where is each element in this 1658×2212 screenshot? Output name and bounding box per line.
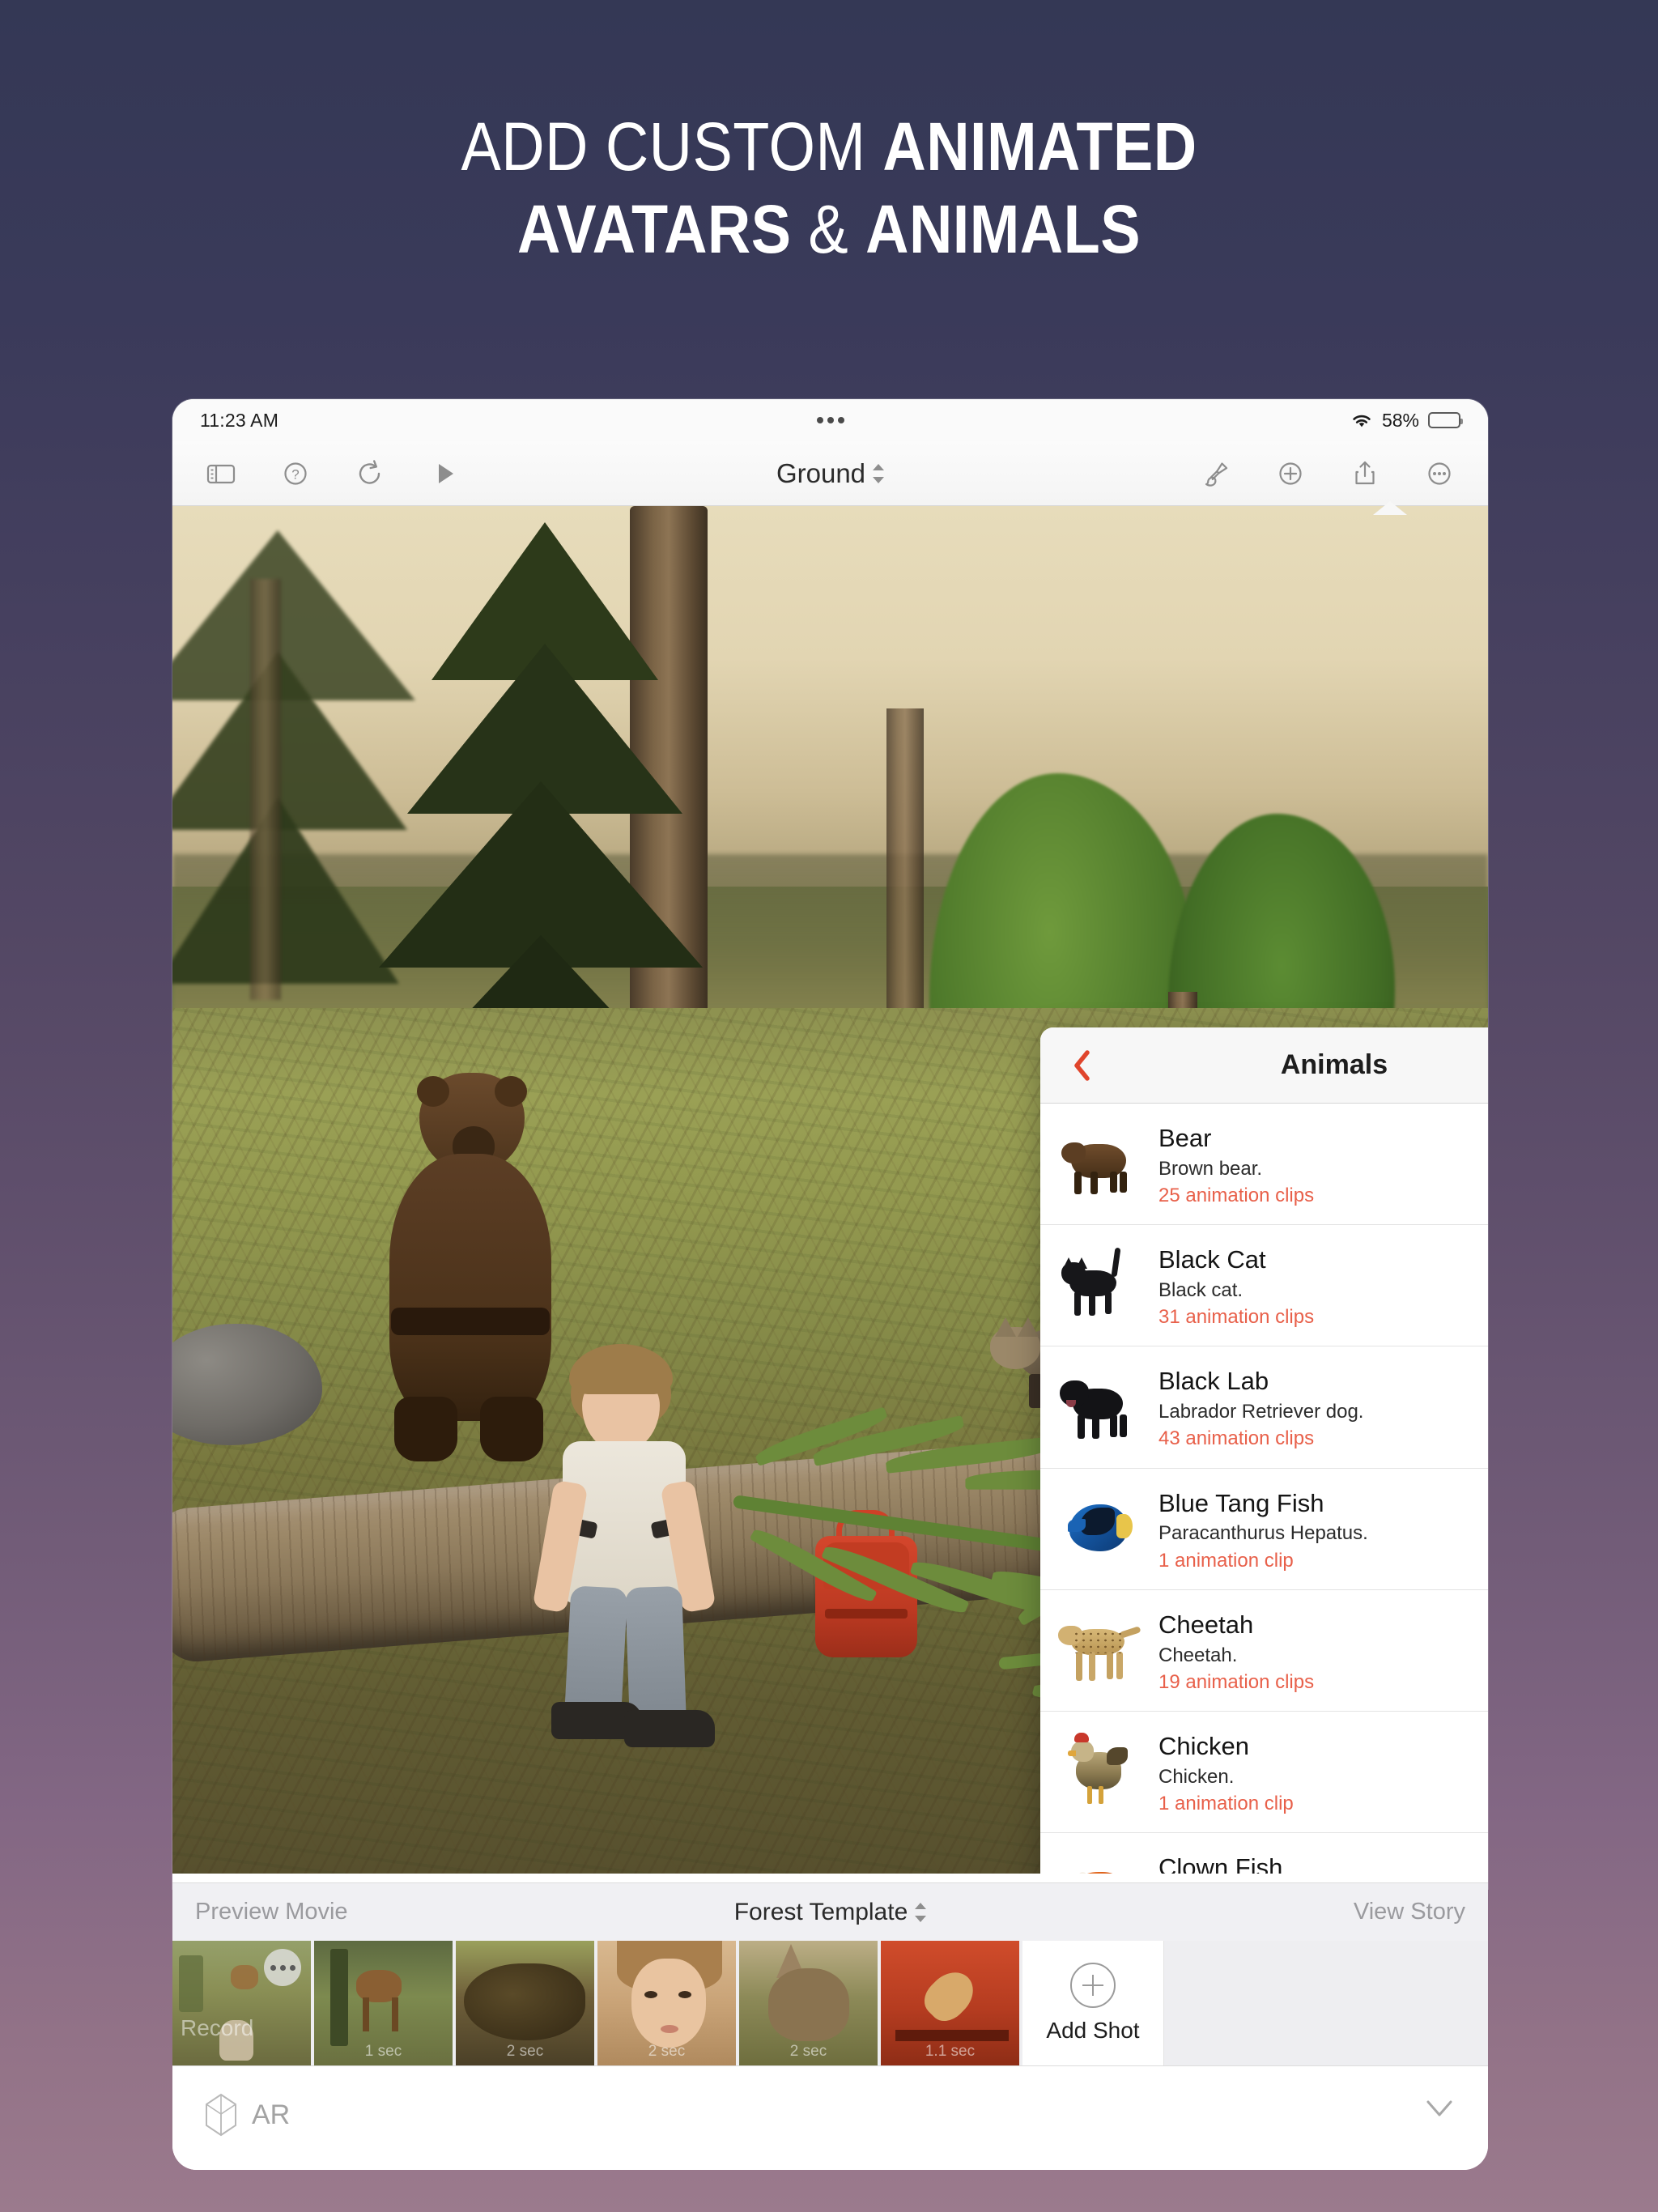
shot-duration: 2 sec: [789, 2043, 827, 2060]
status-bar: 11:23 AM 58%: [172, 399, 1488, 441]
chicken-thumb: [1056, 1729, 1144, 1810]
svg-text:?: ?: [291, 466, 299, 482]
animal-price: Purchased: [1487, 1296, 1488, 1321]
list-item[interactable]: Chicken Chicken. 1 animation clip Add FR…: [1040, 1712, 1488, 1834]
add-shot-label: Add Shot: [1046, 2018, 1140, 2043]
animal-name: Chicken: [1158, 1731, 1249, 1760]
status-time: 11:23 AM: [200, 409, 279, 431]
chevron-down-icon[interactable]: [1420, 2092, 1459, 2125]
list-item[interactable]: 1.1 sec: [881, 1941, 1022, 2065]
headline-line1-light: ADD CUSTOM: [461, 108, 883, 185]
animal-clips: 19 animation clips: [1158, 1670, 1315, 1693]
clown-fish-thumb: [1056, 1851, 1144, 1874]
status-right-group: 58%: [1350, 409, 1463, 432]
list-item[interactable]: Clown Fish Orange clown fish. 1 animatio…: [1040, 1833, 1488, 1874]
animal-desc: Chicken.: [1158, 1765, 1235, 1788]
animals-panel[interactable]: Animals Bear Brown bear. 25 animation cl…: [1040, 1027, 1488, 1874]
animal-name: Black Cat: [1158, 1245, 1266, 1274]
animal-price: Purchased: [1487, 1418, 1488, 1443]
redo-icon[interactable]: [352, 456, 388, 491]
filmstrip[interactable]: Record 1 sec 2 sec 2 sec 2 sec 1.1 sec A…: [172, 1941, 1488, 2066]
cheetah-thumb: [1056, 1608, 1144, 1689]
template-chevron-up-down-icon[interactable]: [915, 1902, 927, 1923]
bear-thumb: [1056, 1121, 1144, 1202]
animal-clips: 31 animation clips: [1158, 1306, 1315, 1329]
list-item[interactable]: 1 sec: [314, 1941, 456, 2065]
shot-duration: 1.1 sec: [925, 2043, 976, 2060]
animals-list[interactable]: Bear Brown bear. 25 animation clips Add …: [1040, 1104, 1488, 1874]
list-item[interactable]: Bear Brown bear. 25 animation clips Add …: [1040, 1104, 1488, 1226]
help-icon[interactable]: ?: [278, 456, 313, 491]
animal-clips: 43 animation clips: [1158, 1427, 1315, 1450]
animal-clips: 1 animation clip: [1158, 1549, 1294, 1572]
animal-name: Clown Fish: [1158, 1853, 1283, 1874]
panel-title: Animals: [1280, 1049, 1388, 1080]
panel-header: Animals: [1040, 1027, 1488, 1104]
animal-name: Cheetah: [1158, 1610, 1254, 1639]
editor-bottom-bar: Preview Movie Forest Template View Story: [172, 1882, 1488, 1941]
template-name: Forest Template: [733, 1898, 908, 1925]
headline-line2-light: &: [791, 191, 866, 268]
animal-clips: 25 animation clips: [1158, 1185, 1315, 1206]
popover-arrow: [1373, 501, 1407, 515]
preview-movie-button[interactable]: Preview Movie: [195, 1899, 348, 1925]
shot-duration: 2 sec: [648, 2043, 686, 2060]
ar-cube-icon[interactable]: [202, 2092, 240, 2138]
animal-desc: Paracanthurus Hepatus.: [1158, 1522, 1368, 1545]
list-item[interactable]: Black Cat Black cat. 31 animation clips …: [1040, 1225, 1488, 1347]
animal-desc: Brown bear.: [1158, 1157, 1263, 1180]
add-shot-button[interactable]: Add Shot: [1022, 1941, 1164, 2065]
animal-desc: Cheetah.: [1158, 1644, 1238, 1666]
list-item[interactable]: 2 sec: [456, 1941, 597, 2065]
status-center-indicator: [172, 399, 1488, 441]
ar-bar: AR: [172, 2066, 1488, 2170]
shot-label: Record: [181, 2015, 254, 2040]
more-icon[interactable]: [1422, 456, 1457, 491]
list-item[interactable]: Black Lab Labrador Retriever dog. 43 ani…: [1040, 1346, 1488, 1469]
app-toolbar: ? Ground: [172, 441, 1488, 506]
headline-line2-bold-b: ANIMALS: [865, 191, 1141, 268]
paintbrush-icon[interactable]: [1198, 456, 1234, 491]
tablet-device-frame: 11:23 AM 58% ? Ground Animals Bear Brown…: [172, 399, 1488, 1889]
black-lab-thumb: [1056, 1364, 1144, 1445]
view-story-button[interactable]: View Story: [1354, 1899, 1465, 1925]
animal-name: Bear: [1158, 1124, 1212, 1152]
scene-title: Ground: [776, 457, 866, 488]
more-icon[interactable]: [264, 1949, 301, 1986]
page-title: ADD CUSTOM ANIMATED AVATARS & ANIMALS: [100, 105, 1558, 271]
wifi-icon: [1350, 412, 1373, 428]
tree-trunk-secondary: [250, 579, 281, 1000]
avatar-model[interactable]: [521, 1344, 731, 1747]
headline-line1-bold: ANIMATED: [882, 108, 1197, 185]
animal-price: Purchased: [1487, 1175, 1488, 1200]
plus-circle-icon: [1070, 1963, 1116, 2008]
battery-percent-label: 58%: [1381, 409, 1419, 431]
chevron-left-icon[interactable]: [1060, 1027, 1103, 1103]
list-item[interactable]: Blue Tang Fish Paracanthurus Hepatus. 1 …: [1040, 1469, 1488, 1590]
battery-icon: [1428, 412, 1463, 428]
share-icon[interactable]: [1347, 456, 1383, 491]
tablet-bottom-section: Preview Movie Forest Template View Story…: [172, 1882, 1488, 2170]
chevron-up-down-icon[interactable]: [873, 463, 885, 484]
sidebar-icon[interactable]: [203, 456, 239, 491]
headline-line2-bold-a: AVATARS: [517, 191, 792, 268]
animal-desc: Black cat.: [1158, 1279, 1244, 1301]
list-item[interactable]: Record: [172, 1941, 314, 2065]
shot-duration: 1 sec: [364, 2043, 402, 2060]
animal-desc: Labrador Retriever dog.: [1158, 1401, 1364, 1423]
black-cat-thumb: [1056, 1243, 1144, 1324]
list-item[interactable]: Cheetah Cheetah. 19 animation clips Buy …: [1040, 1590, 1488, 1712]
blue-tang-fish-thumb: [1056, 1487, 1144, 1568]
scene-viewport[interactable]: Animals Bear Brown bear. 25 animation cl…: [172, 506, 1488, 1874]
animal-name: Blue Tang Fish: [1158, 1488, 1324, 1517]
play-icon[interactable]: [427, 456, 462, 491]
ellipsis-indicator-icon: [816, 417, 844, 423]
shot-duration: 2 sec: [506, 2043, 544, 2060]
list-item[interactable]: 2 sec: [739, 1941, 881, 2065]
list-item[interactable]: 2 sec: [597, 1941, 739, 2065]
animal-clips: 1 animation clip: [1158, 1792, 1294, 1814]
ar-label: AR: [252, 2099, 291, 2130]
animal-name: Black Lab: [1158, 1367, 1269, 1396]
add-icon[interactable]: [1273, 456, 1308, 491]
